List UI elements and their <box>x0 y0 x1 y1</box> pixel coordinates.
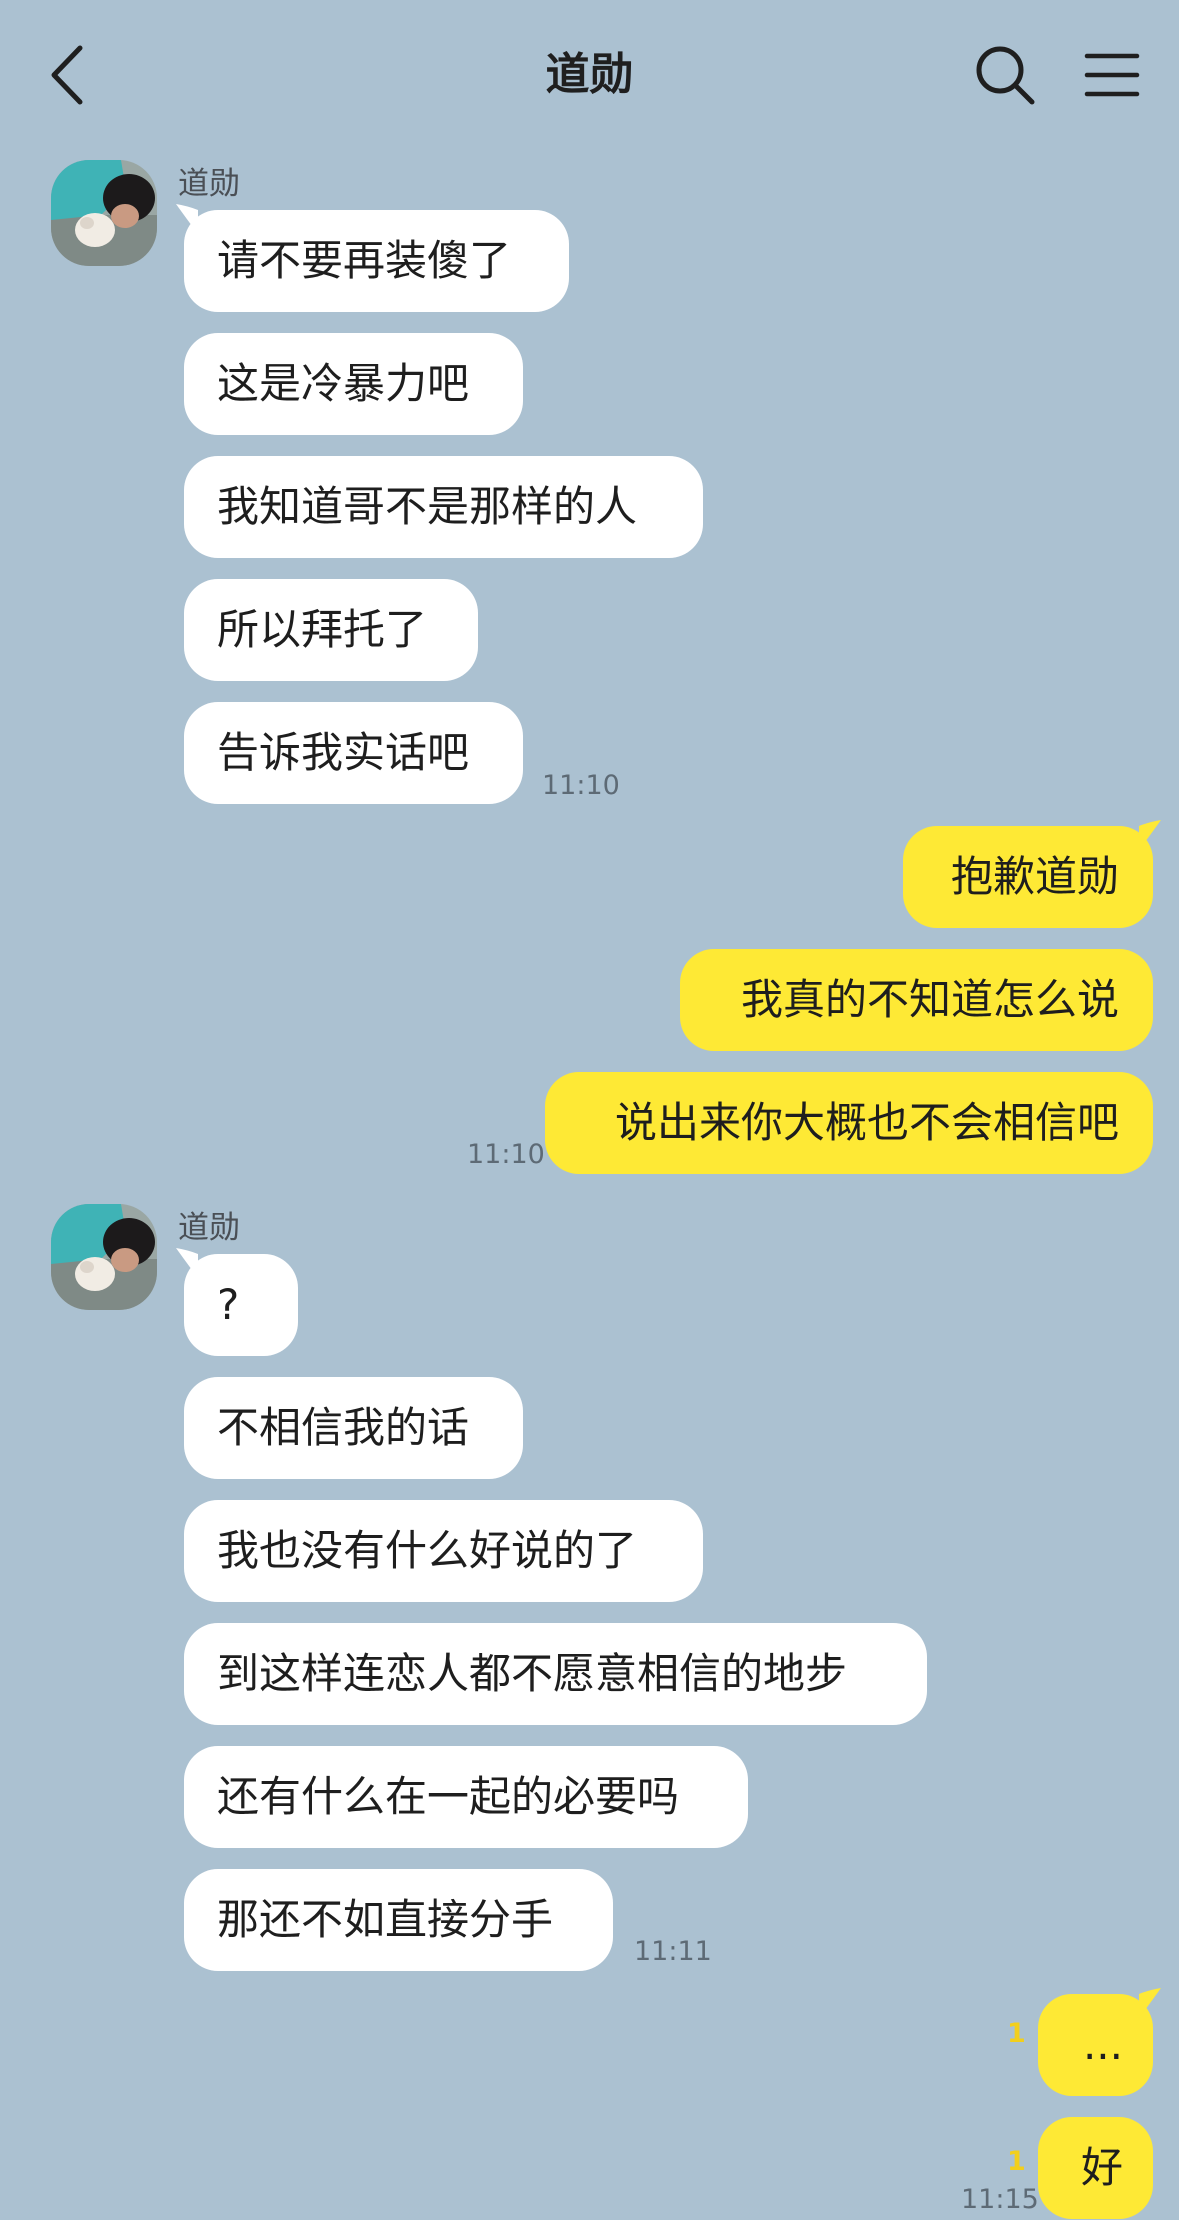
message-text: 请不要再装傻了 <box>217 236 512 285</box>
hamburger-menu-icon <box>1084 53 1140 97</box>
message-bubble[interactable]: 请不要再装傻了 <box>176 204 569 312</box>
message-text: ? <box>217 1280 240 1329</box>
message-text: 告诉我实话吧 <box>217 728 470 777</box>
avatar[interactable] <box>51 1204 157 1310</box>
message-bubble[interactable]: 那还不如直接分手 <box>184 1869 613 1971</box>
unread-count: 1 <box>1007 2018 1026 2049</box>
search-button[interactable] <box>972 42 1038 108</box>
bubble-tail <box>176 1248 198 1278</box>
profile-photo-icon <box>51 1204 157 1310</box>
menu-button[interactable] <box>1083 48 1141 102</box>
message-bubble[interactable]: 我知道哥不是那样的人 <box>184 456 703 558</box>
message-bubble[interactable]: 好 <box>1038 2117 1153 2219</box>
message-bubble[interactable]: ... <box>1038 1988 1161 2096</box>
message-text: 好 <box>1080 2143 1123 2192</box>
message-text: 到这样连恋人都不愿意相信的地步 <box>217 1649 848 1698</box>
message-bubble[interactable]: 我也没有什么好说的了 <box>184 1500 703 1602</box>
message-bubble[interactable]: 这是冷暴力吧 <box>184 333 523 435</box>
message-bubble[interactable]: 说出来你大概也不会相信吧 <box>545 1072 1153 1174</box>
message-text: 所以拜托了 <box>217 605 428 654</box>
message-text: 这是冷暴力吧 <box>217 359 470 408</box>
avatar[interactable] <box>51 160 157 266</box>
message-text: 那还不如直接分手 <box>217 1895 554 1944</box>
sender-name: 道勋 <box>178 166 240 202</box>
search-icon <box>976 46 1035 105</box>
message-bubble[interactable]: 抱歉道勋 <box>903 820 1161 928</box>
message-bubble[interactable]: 还有什么在一起的必要吗 <box>184 1746 748 1848</box>
unread-count: 1 <box>1007 2146 1026 2177</box>
bubble-tail <box>176 204 198 234</box>
message-text: 说出来你大概也不会相信吧 <box>614 1098 1119 1147</box>
message-bubble[interactable]: 不相信我的话 <box>184 1377 523 1479</box>
sender-name: 道勋 <box>178 1210 240 1246</box>
message-timestamp: 11:15 <box>961 2184 1039 2215</box>
message-text: 我也没有什么好说的了 <box>217 1526 638 1575</box>
message-timestamp: 11:10 <box>542 770 620 801</box>
message-text: 抱歉道勋 <box>950 852 1119 901</box>
message-text: 不相信我的话 <box>217 1403 470 1452</box>
message-text: 还有什么在一起的必要吗 <box>217 1772 680 1821</box>
message-bubble[interactable]: 我真的不知道怎么说 <box>680 949 1153 1051</box>
profile-photo-icon <box>51 160 157 266</box>
message-text: ... <box>1082 2020 1123 2069</box>
message-text: 我真的不知道怎么说 <box>740 975 1119 1024</box>
message-timestamp: 11:10 <box>467 1139 545 1170</box>
chat-header: 道勋 <box>0 0 1179 150</box>
message-bubble[interactable]: 到这样连恋人都不愿意相信的地步 <box>184 1623 927 1725</box>
message-bubble[interactable]: 所以拜托了 <box>184 579 478 681</box>
bubble-tail <box>1139 820 1161 850</box>
message-timestamp: 11:11 <box>634 1936 712 1967</box>
message-text: 我知道哥不是那样的人 <box>217 482 638 531</box>
bubble-tail <box>1139 1988 1161 2018</box>
message-bubble[interactable]: 告诉我实话吧 <box>184 702 523 804</box>
message-bubble[interactable]: ? <box>176 1248 298 1356</box>
